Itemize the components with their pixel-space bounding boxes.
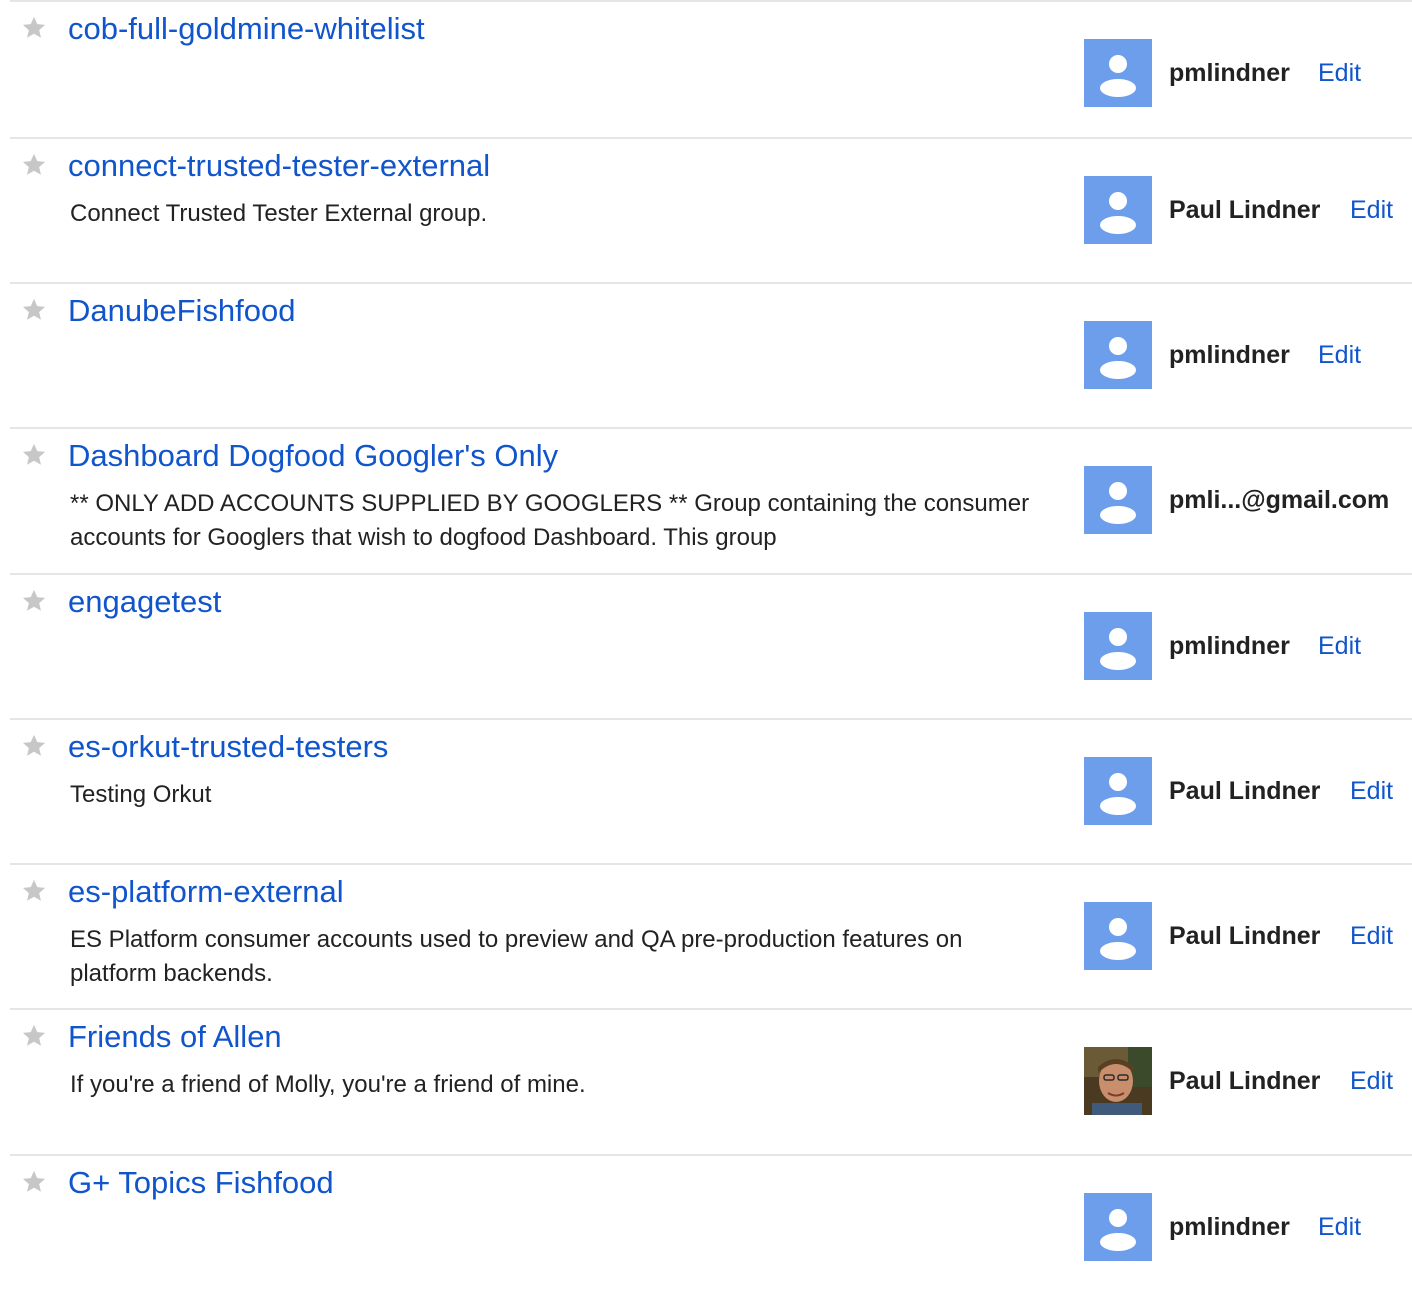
group-row: cob-full-goldmine-whitelist pmlindner Ed…: [10, 0, 1412, 145]
group-row: DanubeFishfood pmlindner Edit: [10, 282, 1412, 427]
group-name-link[interactable]: DanubeFishfood: [68, 292, 296, 330]
default-avatar-icon: [1084, 466, 1152, 534]
star-icon[interactable]: [20, 14, 48, 42]
group-row: es-platform-external ES Platform consume…: [10, 863, 1412, 1008]
group-row: Friends of Allen If you're a friend of M…: [10, 1008, 1412, 1153]
group-row: connect-trusted-tester-external Connect …: [10, 137, 1412, 282]
group-description: Connect Trusted Tester External group.: [70, 200, 488, 227]
star-icon[interactable]: [20, 877, 48, 905]
owner-name: pmlindner: [1169, 59, 1290, 87]
edit-link[interactable]: Edit: [1318, 631, 1361, 661]
edit-link[interactable]: Edit: [1350, 1066, 1393, 1096]
group-name-link[interactable]: es-orkut-trusted-testers: [68, 728, 388, 766]
edit-link[interactable]: Edit: [1350, 921, 1393, 951]
default-avatar-icon: [1084, 39, 1152, 107]
owner-name: Paul Lindner: [1169, 777, 1321, 805]
group-name-link[interactable]: Friends of Allen: [68, 1018, 282, 1056]
group-row: es-orkut-trusted-testers Testing Orkut P…: [10, 718, 1412, 863]
star-icon[interactable]: [20, 732, 48, 760]
star-icon[interactable]: [20, 1022, 48, 1050]
group-name-link[interactable]: cob-full-goldmine-whitelist: [68, 10, 425, 48]
user-photo-avatar: [1084, 1047, 1152, 1115]
default-avatar-icon: [1084, 612, 1152, 680]
group-name-link[interactable]: engagetest: [68, 583, 221, 621]
edit-link[interactable]: Edit: [1318, 340, 1361, 370]
edit-link[interactable]: Edit: [1350, 776, 1393, 806]
default-avatar-icon: [1084, 902, 1152, 970]
owner-name: Paul Lindner: [1169, 1067, 1321, 1095]
owner-name: pmlindner: [1169, 341, 1290, 369]
group-description: If you're a friend of Molly, you're a fr…: [70, 1071, 586, 1098]
edit-link[interactable]: Edit: [1318, 1212, 1361, 1242]
star-icon[interactable]: [20, 1168, 48, 1196]
owner-name: Paul Lindner: [1169, 922, 1321, 950]
star-icon[interactable]: [20, 587, 48, 615]
group-description: ES Platform consumer accounts used to pr…: [70, 926, 963, 987]
group-description: ** ONLY ADD ACCOUNTS SUPPLIED BY GOOGLER…: [70, 490, 1030, 551]
group-row: Dashboard Dogfood Googler's Only ** ONLY…: [10, 427, 1412, 572]
default-avatar-icon: [1084, 757, 1152, 825]
default-avatar-icon: [1084, 176, 1152, 244]
default-avatar-icon: [1084, 321, 1152, 389]
group-name-link[interactable]: G+ Topics Fishfood: [68, 1164, 334, 1202]
owner-name: pmlindner: [1169, 632, 1290, 660]
group-row: G+ Topics Fishfood pmlindner Edit: [10, 1154, 1412, 1299]
group-name-link[interactable]: connect-trusted-tester-external: [68, 147, 490, 185]
default-avatar-icon: [1084, 1193, 1152, 1261]
group-name-link[interactable]: Dashboard Dogfood Googler's Only: [68, 437, 558, 475]
star-icon[interactable]: [20, 296, 48, 324]
owner-name: Paul Lindner: [1169, 196, 1321, 224]
star-icon[interactable]: [20, 441, 48, 469]
owner-email: pmli...@gmail.com: [1169, 486, 1390, 514]
edit-link[interactable]: Edit: [1350, 195, 1393, 225]
group-description: Testing Orkut: [70, 781, 212, 808]
group-row: engagetest pmlindner Edit: [10, 573, 1412, 718]
group-name-link[interactable]: es-platform-external: [68, 873, 344, 911]
star-icon[interactable]: [20, 151, 48, 179]
owner-name: pmlindner: [1169, 1213, 1290, 1241]
edit-link[interactable]: Edit: [1318, 58, 1361, 88]
